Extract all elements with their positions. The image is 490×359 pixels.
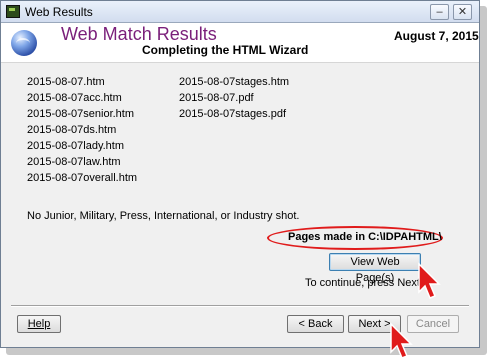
file-item: 2015-08-07acc.htm (27, 92, 122, 104)
file-item: 2015-08-07lady.htm (27, 140, 125, 152)
footer-divider (11, 305, 469, 307)
notice-text: No Junior, Military, Press, Internationa… (27, 210, 300, 222)
file-item: 2015-08-07overall.htm (27, 172, 138, 184)
back-button[interactable]: < Back (287, 315, 344, 333)
file-item: 2015-08-07.htm (27, 76, 105, 88)
file-list-column-1: 2015-08-07.htm 2015-08-07acc.htm 2015-08… (27, 74, 137, 186)
page-subtitle: Completing the HTML Wizard (142, 43, 309, 57)
file-item: 2015-08-07stages.htm (179, 76, 290, 88)
window-title: Web Results (25, 5, 93, 19)
file-item: 2015-08-07stages.pdf (179, 108, 287, 120)
minimize-button[interactable]: – (430, 4, 449, 20)
file-item: 2015-08-07law.htm (27, 156, 121, 168)
view-web-pages-button[interactable]: View Web Page(s) (329, 253, 421, 284)
globe-icon (11, 30, 37, 56)
match-date: August 7, 2015 (394, 29, 479, 43)
file-item: 2015-08-07.pdf (179, 92, 254, 104)
file-list-column-2: 2015-08-07stages.htm 2015-08-07.pdf 2015… (179, 74, 289, 122)
continue-instructions: To continue, press Next. (305, 277, 424, 289)
file-item: 2015-08-07ds.htm (27, 124, 117, 136)
output-folder-label: Pages made in C:\IDPAHTML\ (288, 231, 442, 243)
help-label: Help (27, 318, 51, 330)
app-icon (6, 5, 20, 18)
page-title: Web Match Results (61, 24, 217, 44)
close-button[interactable]: ✕ (453, 4, 472, 20)
web-results-dialog: Web Results – ✕ Web Match Results Comple… (0, 0, 480, 348)
title-bar[interactable]: Web Results – ✕ (1, 1, 479, 23)
file-item: 2015-08-07senior.htm (27, 108, 135, 120)
arrow-cursor-icon (390, 322, 413, 359)
arrow-cursor-icon (418, 262, 441, 299)
wizard-header: Web Match Results Completing the HTML Wi… (1, 23, 479, 63)
cancel-button: Cancel (407, 315, 459, 333)
help-button[interactable]: Help (17, 315, 61, 333)
